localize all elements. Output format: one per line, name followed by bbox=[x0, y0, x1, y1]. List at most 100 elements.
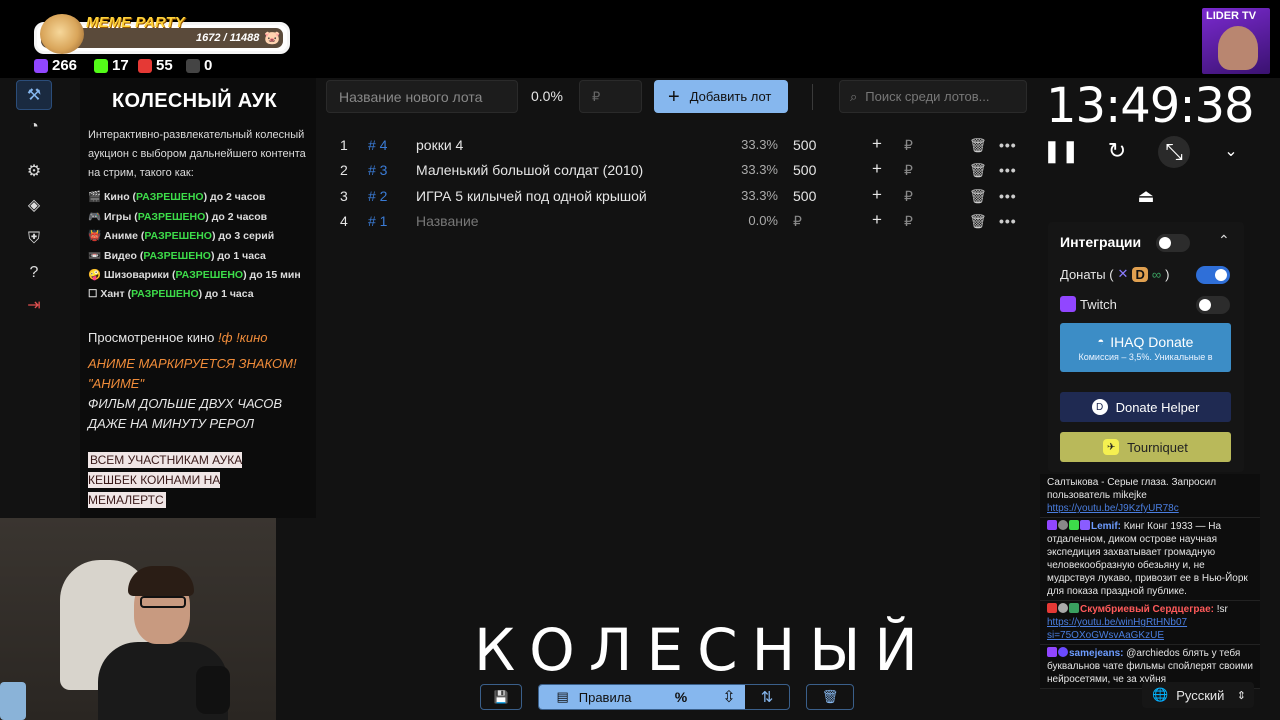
rub-input[interactable]: ₽ bbox=[904, 213, 913, 230]
split-icon[interactable]: ⇳ bbox=[713, 685, 745, 709]
rub-input[interactable]: ₽ bbox=[904, 188, 913, 205]
donations-toggle[interactable] bbox=[1196, 266, 1230, 284]
channel-avatar: LIDER TV bbox=[1202, 8, 1270, 74]
streamer-hair bbox=[128, 566, 194, 596]
webcam-feed bbox=[0, 518, 276, 720]
save-icon[interactable]: 💾 bbox=[480, 684, 522, 710]
lot-name-input[interactable]: Название нового лота bbox=[326, 80, 518, 113]
integrations-toggle[interactable] bbox=[1156, 234, 1190, 252]
language-select[interactable]: 🌐 Русский ⇕ bbox=[1142, 682, 1254, 708]
live-viewers: 55 bbox=[138, 57, 173, 74]
more-icon[interactable]: ••• bbox=[999, 188, 1017, 204]
more-icon[interactable]: ••• bbox=[999, 162, 1017, 178]
logout-icon[interactable]: ⇥ bbox=[16, 290, 52, 320]
lot-row: 4 # 1 Название 0.0% ₽ + ₽ 🗑 ••• bbox=[340, 210, 1017, 230]
chevron-down-icon[interactable]: ⌄ bbox=[1216, 136, 1246, 166]
w-icon bbox=[186, 58, 200, 73]
check-badge-icon bbox=[1069, 520, 1079, 530]
infinity-icon: ∞ bbox=[1151, 266, 1162, 282]
bottom-toolbar-group: ▤ Правила % ⇳ ⇅ bbox=[538, 684, 790, 710]
trash-icon[interactable]: 🗑 bbox=[969, 213, 987, 230]
chevron-updown-icon: ⇕ bbox=[1236, 689, 1246, 702]
add-amount-button[interactable]: + bbox=[872, 185, 882, 205]
pig-icon: 🐷 bbox=[264, 30, 281, 45]
more-icon[interactable]: ••• bbox=[999, 213, 1017, 229]
sort-icon[interactable]: ⇅ bbox=[745, 685, 789, 709]
rule-item: 🎮 Игры (РАЗРЕШЕНО) до 2 часов bbox=[88, 211, 268, 223]
ihaq-donate-button[interactable]: ◓ IHAQ Donate Комиссия – 3,5%. Уникальные … bbox=[1060, 323, 1231, 372]
more-icon[interactable]: ••• bbox=[999, 137, 1017, 153]
trash-icon[interactable]: 🗑 bbox=[969, 162, 987, 179]
twitch-icon bbox=[1060, 296, 1076, 312]
clear-all-icon[interactable]: 🗑 bbox=[806, 684, 854, 710]
anime-warning: АНИМЕ МАРКИРУЕТСЯ ЗНАКОМ! "АНИМЕ" bbox=[88, 356, 297, 391]
rule-item: 🤪 Шизоварики (РАЗРЕШЕНО) до 15 мин bbox=[88, 269, 301, 281]
rules-button[interactable]: ▤ Правила bbox=[539, 685, 649, 709]
rules-title: КОЛЕСНЫЙ АУК bbox=[112, 90, 277, 112]
water-bottle bbox=[0, 682, 26, 720]
stream-chat: Салтыкова - Серые глаза. Запросил пользо… bbox=[1040, 474, 1260, 689]
chat-message: Салтыкова - Серые глаза. Запросил пользо… bbox=[1040, 474, 1260, 518]
add-amount-button[interactable]: + bbox=[872, 159, 882, 179]
rub-input[interactable]: ₽ bbox=[904, 137, 913, 154]
globe-icon: 🌐 bbox=[1152, 687, 1169, 702]
chat-message: Lemif: Кинг Конг 1933 — На отдаленном, д… bbox=[1040, 518, 1260, 601]
twitch-label: Twitch bbox=[1060, 296, 1117, 312]
tourniquet-button[interactable]: ✈ Tourniquet bbox=[1060, 432, 1231, 462]
add-lot-button[interactable]: + Добавить лот bbox=[654, 80, 788, 113]
trash-icon[interactable]: 🗑 bbox=[969, 137, 987, 154]
lot-row: 2 # 3 Маленький большой солдат (2010) 33… bbox=[340, 159, 1017, 179]
cashback-note: ВСЕМ УЧАСТНИКАМ АУКА КЕШБЕК КОИНАМИ НА М… bbox=[88, 452, 243, 508]
w-viewers: 0 bbox=[186, 57, 212, 74]
twitch-toggle[interactable] bbox=[1196, 296, 1230, 314]
search-icon: ⌕ bbox=[850, 88, 858, 104]
timer-display: 13:49:38 bbox=[1046, 78, 1255, 134]
glasses bbox=[140, 596, 186, 608]
pause-icon[interactable]: ❚❚ bbox=[1043, 136, 1080, 166]
live-icon bbox=[1047, 603, 1057, 613]
rub-input[interactable]: ₽ bbox=[904, 162, 913, 179]
lot-percent: 0.0% bbox=[531, 88, 563, 104]
lot-search-input[interactable]: ⌕ Поиск среди лотов... bbox=[839, 80, 1027, 113]
rules-panel: КОЛЕСНЫЙ АУК Интерактивно-развлекательны… bbox=[80, 78, 316, 518]
twitch-icon bbox=[34, 58, 48, 73]
avatar bbox=[1058, 520, 1068, 530]
kick-viewers: 17 bbox=[94, 57, 129, 74]
lot-price-input[interactable]: ₽ bbox=[579, 80, 642, 113]
rule-item: ☐ Хант (РАЗРЕШЕНО) до 1 часа bbox=[88, 288, 254, 300]
avatar bbox=[1058, 647, 1068, 657]
shield-icon[interactable]: ⛨ bbox=[16, 224, 52, 254]
chevron-up-icon[interactable]: ⌃ bbox=[1218, 232, 1230, 249]
add-amount-button[interactable]: + bbox=[872, 134, 882, 154]
plus-icon: + bbox=[668, 85, 680, 108]
donations-label: Донаты (✕ D ∞) bbox=[1060, 266, 1170, 282]
x-icon: ✕ bbox=[1117, 266, 1129, 281]
toolbar-divider bbox=[812, 84, 813, 110]
avatar-face bbox=[1218, 26, 1258, 70]
collapse-icon[interactable]: ⏏ bbox=[1132, 186, 1160, 210]
help-icon[interactable]: ? bbox=[16, 258, 52, 288]
rule-item: 👹 Аниме (РАЗРЕШЕНО) до 3 серий bbox=[88, 230, 275, 242]
badge-icon bbox=[1069, 603, 1079, 613]
lot-row: 1 # 4 рокки 4 33.3% 500 + ₽ 🗑 ••• bbox=[340, 134, 1017, 154]
avatar bbox=[1058, 603, 1068, 613]
kick-icon bbox=[94, 58, 108, 73]
wheel-icon[interactable]: ◔ bbox=[16, 112, 52, 142]
layers-icon[interactable]: ◈ bbox=[16, 190, 52, 220]
cursor-icon[interactable]: ⤡ bbox=[1158, 136, 1190, 168]
add-amount-button[interactable]: + bbox=[872, 210, 882, 230]
gavel-icon[interactable]: ⚒ bbox=[16, 80, 52, 110]
live-icon bbox=[138, 58, 152, 73]
ihaq-icon: ◓ bbox=[1097, 335, 1105, 348]
restart-icon[interactable]: ↻ bbox=[1102, 136, 1132, 166]
percent-button[interactable]: % bbox=[649, 685, 713, 709]
trash-icon[interactable]: 🗑 bbox=[969, 188, 987, 205]
meme-party-count: 1672 / 11488 bbox=[196, 32, 260, 44]
donate-helper-button[interactable]: D Donate Helper bbox=[1060, 392, 1231, 422]
meme-party-title: MEME PARTY bbox=[86, 14, 185, 31]
rules-description: Интерактивно-развлекательный колесный ау… bbox=[88, 129, 306, 179]
twitch-icon bbox=[1047, 520, 1057, 530]
gear-icon[interactable]: ⚙ bbox=[16, 156, 52, 186]
twitch-viewers: 266 bbox=[34, 57, 77, 74]
chat-message: Скумбриевый Сердцеграе: !sr https://youtu… bbox=[1040, 601, 1260, 645]
